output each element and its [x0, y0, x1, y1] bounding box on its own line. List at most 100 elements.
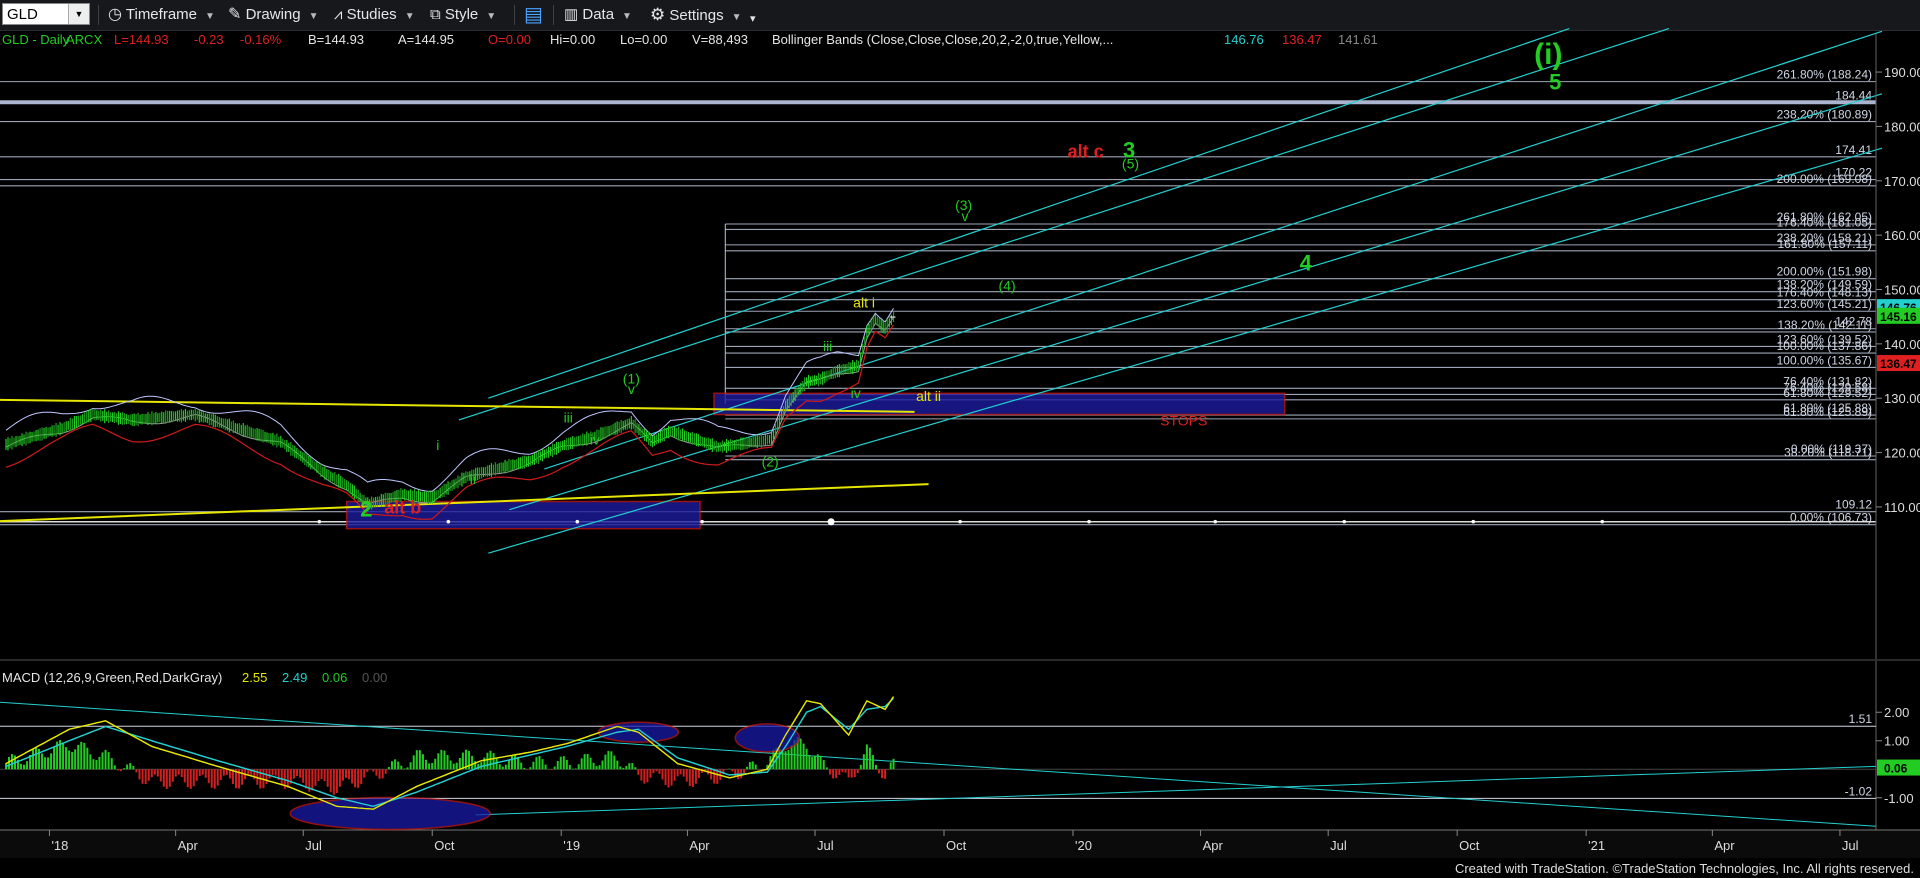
header-bb-lower: 136.47	[1282, 32, 1322, 47]
wave-label: (2)	[762, 454, 779, 470]
y-tick-label: 120.00	[1884, 446, 1920, 461]
fib-level-label: 184.44	[1835, 88, 1872, 102]
fib-level-label: 100.00% (137.86)	[1777, 339, 1872, 353]
x-tick-label: Jul	[1330, 838, 1347, 853]
y-tick-label: 180.00	[1884, 119, 1920, 134]
x-tick-label: '18	[51, 838, 68, 853]
wave-label: ii	[470, 471, 476, 487]
macd-trend-line	[0, 701, 1877, 827]
macd-hist: 0.06	[322, 670, 347, 685]
macd-level-label: -1.02	[1845, 784, 1873, 798]
stops-zone	[713, 392, 1286, 416]
header-symbol: GLD - Daily	[2, 32, 70, 47]
y-tick-label: 140.00	[1884, 337, 1920, 352]
macd-y-tick-label: 1.00	[1884, 734, 1909, 749]
macd-trend-line	[475, 765, 1877, 816]
wave-label: iii	[564, 410, 573, 426]
fib-level-label: 176.40% (161.05)	[1777, 215, 1872, 229]
price-chart: 261.80% (188.24) 184.44 238.20% (180.89) 17…	[0, 27, 1920, 878]
header-bid: B=144.93	[308, 32, 364, 47]
channel-line	[488, 27, 1570, 399]
x-tick-label: '19	[563, 838, 580, 853]
wave-label: (5)	[1122, 155, 1139, 171]
marker-dot	[1600, 519, 1605, 524]
header-exchange: ARCX	[66, 32, 102, 47]
x-tick-label: '21	[1588, 838, 1605, 853]
header-bb-upper: 146.76	[1224, 32, 1264, 47]
fib-level-label: 238.20% (180.89)	[1777, 108, 1872, 122]
fib-level-label: 261.80% (188.24)	[1777, 68, 1872, 82]
marker-dot	[317, 519, 322, 524]
wave-label: i	[436, 437, 439, 453]
price-badge-label: 136.47	[1880, 357, 1917, 371]
y-tick-label: 130.00	[1884, 391, 1920, 406]
fib-level-label: 38.20% (118.71)	[1784, 446, 1872, 460]
wave-label: (4)	[999, 278, 1016, 294]
macd-y-tick-label: -1.00	[1884, 791, 1914, 806]
x-tick-label: Jul	[817, 838, 834, 853]
header-low: Lo=0.00	[620, 32, 667, 47]
x-tick-label: Apr	[1203, 838, 1224, 853]
fib-level-label: 100.00% (135.67)	[1777, 353, 1872, 367]
wave-label: v	[628, 381, 635, 397]
fib-level-label: 174.41	[1835, 143, 1872, 157]
header-change: -0.23	[194, 32, 224, 47]
y-tick-label: 170.00	[1884, 174, 1920, 189]
macd-label: MACD (12,26,9,Green,Red,DarkGray)	[2, 670, 222, 685]
fib-level-label: 138.20% (142.11)	[1777, 318, 1872, 332]
marker-dot	[700, 519, 704, 524]
header-study: Bollinger Bands (Close,Close,Close,20,2,…	[772, 32, 1113, 47]
fib-level-label: 200.00% (169.08)	[1777, 172, 1872, 186]
marker-dot	[1342, 519, 1347, 524]
fib-level-label: 123.60% (145.21)	[1777, 297, 1872, 311]
x-tick-label: Apr	[1714, 838, 1735, 853]
wave-label: alt b	[384, 497, 421, 517]
marker-dot	[575, 519, 580, 524]
header-change-pct: -0.16%	[240, 32, 282, 47]
x-tick-label: Jul	[1842, 838, 1859, 853]
y-tick-label: 190.00	[1884, 65, 1920, 80]
marker-dot	[1213, 519, 1218, 524]
header-bb-mid: 141.61	[1338, 32, 1378, 47]
header-high: Hi=0.00	[550, 32, 595, 47]
macd-badge-label: 0.06	[1884, 762, 1908, 776]
header-open: O=0.00	[488, 32, 531, 47]
price-badge-label: 145.16	[1880, 310, 1917, 324]
fib-level-label: 61.80% (129.52)	[1783, 386, 1872, 400]
fib-level-label: 61.80% (125.89)	[1783, 405, 1872, 419]
y-tick-label: 110.00	[1884, 500, 1920, 515]
wave-label: STOPS	[1160, 412, 1207, 428]
marker-dot	[1087, 519, 1091, 524]
macd-level-label: 1.51	[1849, 712, 1873, 726]
wave-label: alt c	[1068, 141, 1104, 161]
macd-highlight-ellipse	[289, 796, 491, 831]
header-last: L=144.93	[114, 32, 169, 47]
x-tick-label: Jul	[305, 838, 322, 853]
macd-zero: 0.00	[362, 670, 387, 685]
x-tick-label: Oct	[946, 838, 967, 853]
x-tick-label: Apr	[689, 838, 710, 853]
fib-level-label: 109.12	[1835, 498, 1872, 512]
header-ask: A=144.95	[398, 32, 454, 47]
y-tick-label: 150.00	[1884, 283, 1920, 298]
wave-label: alt i	[853, 294, 875, 310]
wave-label: (i)	[1534, 38, 1562, 71]
wave-label: 2	[360, 497, 372, 522]
fib-level-label: 161.80% (157.11)	[1777, 237, 1872, 251]
wave-label: v	[962, 208, 969, 224]
x-tick-label: Apr	[178, 838, 199, 853]
x-tick-label: '20	[1075, 838, 1092, 853]
wave-label: iv	[851, 385, 861, 401]
marker-dot	[958, 519, 962, 524]
macd-y-tick-label: 2.00	[1884, 705, 1909, 720]
wave-label: iii	[823, 338, 832, 354]
wave-label: 5	[1549, 69, 1561, 94]
wave-label: 4	[1300, 250, 1313, 275]
marker-dot	[1471, 519, 1476, 524]
footer-copyright: Created with TradeStation. ©TradeStation…	[1455, 861, 1914, 876]
y-tick-label: 160.00	[1884, 228, 1920, 243]
fib-level-label: 0.00% (106.73)	[1790, 511, 1872, 525]
macd-value: 2.55	[242, 670, 267, 685]
marker-dot	[446, 519, 451, 524]
fib-level-label: 200.00% (151.98)	[1777, 265, 1872, 279]
